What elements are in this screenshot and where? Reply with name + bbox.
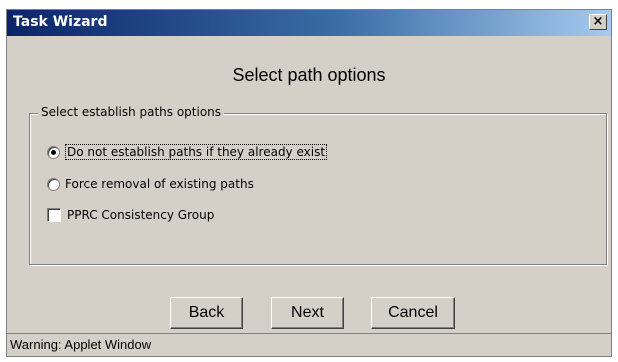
radio-do-not-establish[interactable]: Do not establish paths if they already e… — [47, 143, 328, 161]
radio-label-force-removal[interactable]: Force removal of existing paths — [65, 177, 254, 191]
close-button[interactable]: × — [589, 14, 607, 30]
title-bar[interactable]: Task Wizard × — [7, 10, 611, 36]
radio-force-removal[interactable]: Force removal of existing paths — [47, 175, 254, 193]
radio-button-selected[interactable] — [47, 145, 60, 159]
radio-button[interactable] — [47, 177, 60, 191]
radio-dot-icon — [51, 149, 56, 155]
cancel-button[interactable]: Cancel — [371, 297, 455, 329]
checkbox-pprc-consistency[interactable]: PPRC Consistency Group — [47, 206, 214, 224]
task-wizard-window: Task Wizard × Select path options Select… — [6, 9, 612, 357]
close-icon: × — [592, 14, 604, 29]
radio-label-do-not-establish[interactable]: Do not establish paths if they already e… — [65, 144, 328, 160]
groupbox-legend: Select establish paths options — [38, 105, 225, 119]
checkbox-box[interactable] — [47, 208, 61, 222]
path-options-groupbox: Select establish paths options Do not es… — [29, 105, 607, 265]
next-button[interactable]: Next — [271, 297, 344, 329]
status-bar: Warning: Applet Window — [7, 333, 611, 356]
page-heading: Select path options — [232, 65, 386, 85]
checkbox-label-pprc[interactable]: PPRC Consistency Group — [67, 208, 214, 222]
window-title: Task Wizard — [13, 14, 108, 30]
back-button[interactable]: Back — [170, 297, 243, 329]
